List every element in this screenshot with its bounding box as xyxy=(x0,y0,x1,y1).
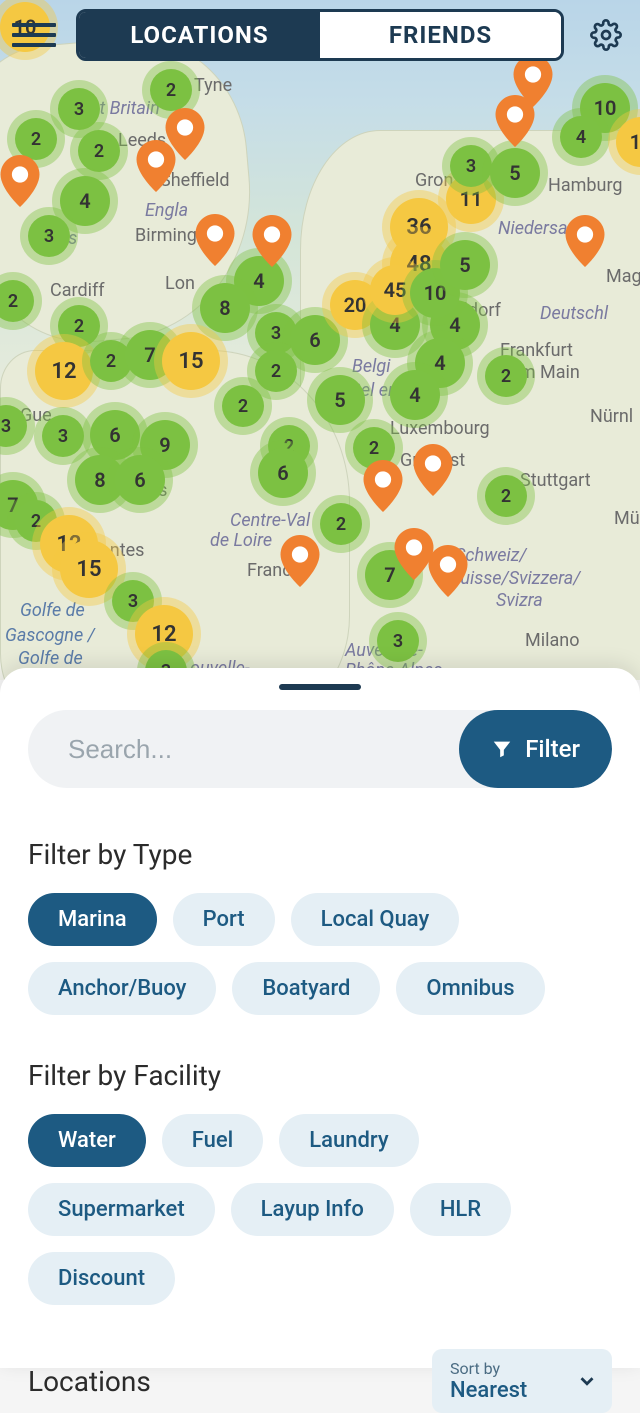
map-cluster[interactable]: 8 xyxy=(200,283,250,333)
chevron-down-icon xyxy=(576,1370,598,1392)
filter-label: Filter xyxy=(525,735,580,763)
map-cluster[interactable]: 6 xyxy=(115,455,165,505)
filter-icon xyxy=(491,738,513,760)
map-cluster[interactable]: 2 xyxy=(222,385,264,427)
locations-title: Locations xyxy=(28,1365,151,1398)
map-cluster[interactable]: 6 xyxy=(258,448,308,498)
map-pin[interactable] xyxy=(565,215,605,267)
map-pin[interactable] xyxy=(428,545,468,597)
map-cluster[interactable]: 15 xyxy=(162,332,220,390)
facility-chip[interactable]: Supermarket xyxy=(28,1183,215,1236)
map-pin[interactable] xyxy=(280,535,320,587)
map-cluster[interactable]: 4 xyxy=(390,370,440,420)
map-cluster[interactable]: 2 xyxy=(485,355,527,397)
map-cluster[interactable]: 3 xyxy=(450,145,492,187)
header: LOCATIONS FRIENDS xyxy=(0,0,640,70)
map-cluster[interactable]: 15 xyxy=(60,540,118,598)
facility-chip[interactable]: Water xyxy=(28,1114,146,1167)
locations-header: Locations Sort by Nearest xyxy=(28,1349,612,1413)
map-pin[interactable] xyxy=(363,460,403,512)
sort-select[interactable]: Sort by Nearest xyxy=(432,1349,612,1413)
facility-chip[interactable]: Fuel xyxy=(162,1114,264,1167)
type-chip[interactable]: Marina xyxy=(28,893,157,946)
type-chip[interactable]: Anchor/Buoy xyxy=(28,962,216,1015)
type-chip[interactable]: Boatyard xyxy=(232,962,380,1015)
map-cluster[interactable]: 2 xyxy=(58,305,100,347)
map-cluster[interactable]: 2 xyxy=(255,350,297,392)
map-cluster[interactable]: 12 xyxy=(35,342,93,400)
map-cluster[interactable]: 6 xyxy=(90,410,140,460)
map-pin[interactable] xyxy=(252,215,292,267)
search-row: Filter xyxy=(28,710,612,788)
map-cluster[interactable]: 5 xyxy=(440,240,490,290)
settings-button[interactable] xyxy=(584,13,628,57)
map-pin[interactable] xyxy=(0,155,40,207)
map-cluster[interactable]: 2 xyxy=(15,118,57,160)
drag-handle[interactable] xyxy=(279,684,361,690)
facility-chip[interactable]: Layup Info xyxy=(231,1183,394,1236)
type-chip[interactable]: Port xyxy=(173,893,275,946)
facility-chip[interactable]: HLR xyxy=(410,1183,511,1236)
filter-facility-title: Filter by Facility xyxy=(28,1059,612,1092)
map-cluster[interactable]: 4 xyxy=(60,176,110,226)
map-cluster[interactable]: 2 xyxy=(320,503,362,545)
map-cluster[interactable]: 2 xyxy=(78,130,120,172)
map-pin[interactable] xyxy=(136,140,176,192)
segment-control: LOCATIONS FRIENDS xyxy=(76,9,564,61)
filter-button[interactable]: Filter xyxy=(459,710,612,788)
map-pin[interactable] xyxy=(195,214,235,266)
map-cluster[interactable]: 2 xyxy=(150,69,192,111)
map-cluster[interactable]: 2 xyxy=(485,475,527,517)
tab-friends[interactable]: FRIENDS xyxy=(320,12,561,58)
sort-label: Sort by xyxy=(450,1359,562,1378)
map-view[interactable]: n Tyneat BritainLeedsSheffieldEnglaBirmi… xyxy=(0,0,640,680)
gear-icon xyxy=(590,19,622,51)
map-cluster[interactable]: 3 xyxy=(42,415,84,457)
filter-facility-chips: Water Fuel Laundry Supermarket Layup Info HLR… xyxy=(28,1114,612,1305)
type-chip[interactable]: Omnibus xyxy=(396,962,544,1015)
map-cluster[interactable]: 3 xyxy=(377,620,419,662)
menu-icon[interactable] xyxy=(12,13,56,57)
map-pin[interactable] xyxy=(413,444,453,496)
filter-type-chips: Marina Port Local Quay Anchor/Buoy Boatyard O… xyxy=(28,893,612,1015)
map-cluster[interactable]: 6 xyxy=(290,315,340,365)
map-cluster[interactable]: 5 xyxy=(490,148,540,198)
search-input[interactable] xyxy=(28,710,459,788)
facility-chip[interactable]: Discount xyxy=(28,1252,175,1305)
type-chip[interactable]: Local Quay xyxy=(291,893,460,946)
bottom-sheet[interactable]: Filter Filter by Type Marina Port Local Qu… xyxy=(0,668,640,1368)
tab-locations[interactable]: LOCATIONS xyxy=(79,12,320,58)
map-cluster[interactable]: 4 xyxy=(560,116,602,158)
facility-chip[interactable]: Laundry xyxy=(279,1114,418,1167)
sort-value: Nearest xyxy=(450,1378,562,1403)
map-cluster[interactable]: 3 xyxy=(28,215,70,257)
filter-type-title: Filter by Type xyxy=(28,838,612,871)
map-cluster[interactable]: 3 xyxy=(58,88,100,130)
map-cluster[interactable]: 5 xyxy=(315,375,365,425)
